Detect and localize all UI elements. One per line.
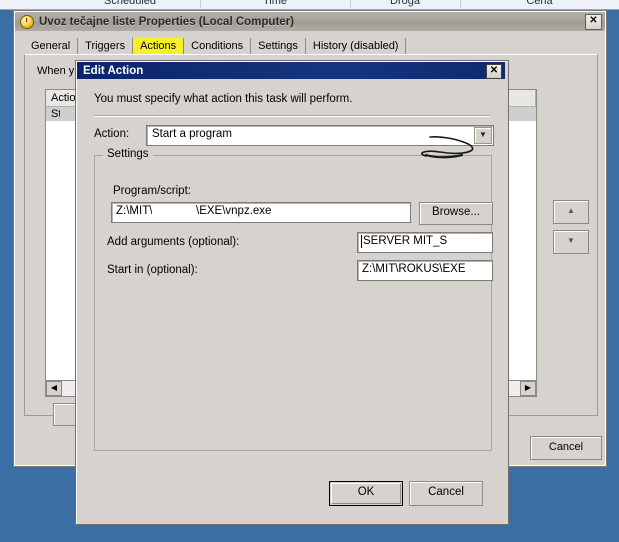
add-arguments-label: Add arguments (optional): (107, 236, 240, 248)
start-in-value: Z:\MIT\ROKUS\EXE (362, 263, 466, 275)
row-cell-action: Start a (51, 108, 60, 120)
chevron-down-icon[interactable]: ▼ (474, 127, 492, 144)
background-column-header: Scheduled (60, 0, 201, 8)
program-script-value-tail: \EXE\vnpz.exe (196, 205, 272, 217)
add-arguments-value: SERVER MIT_S (363, 235, 448, 247)
scroll-right-icon[interactable]: ▶ (520, 381, 536, 396)
settings-groupbox-legend: Settings (103, 148, 153, 160)
close-icon[interactable]: ✕ (585, 14, 602, 30)
background-column-header: Time (200, 0, 351, 8)
divider (94, 115, 490, 117)
focus-border (331, 483, 401, 504)
reorder-buttons: ▲ ▼ (553, 200, 593, 260)
redaction-block (152, 204, 196, 219)
action-label: Action: (94, 128, 130, 140)
ok-button[interactable]: OK (329, 481, 403, 506)
start-in-label: Start in (optional): (107, 264, 198, 276)
tab-conditions[interactable]: Conditions (184, 38, 252, 55)
background-column-header: Cena (460, 0, 619, 8)
background-table-header: Scheduled Time Droga Cena (0, 0, 619, 10)
edit-action-title: Edit Action (83, 64, 144, 77)
action-select-value: Start a program (152, 128, 232, 140)
close-icon[interactable]: ✕ (486, 64, 502, 79)
program-script-value: Z:\MIT\ (116, 205, 153, 217)
start-in-input[interactable]: Z:\MIT\ROKUS\EXE (357, 260, 493, 281)
tabstrip: General Triggers Actions Conditions Settings… (24, 37, 596, 55)
action-select[interactable]: Start a program ▼ (146, 125, 494, 146)
settings-groupbox: Settings Program/script: Z:\MIT\ \EXE\vn… (94, 148, 493, 451)
tab-triggers[interactable]: Triggers (78, 38, 134, 55)
dialog-instruction-text: You must specify what action this task w… (94, 93, 353, 105)
action-row: Action: Start a program ▼ (94, 125, 494, 146)
parent-window-title: Uvoz tečajne liste Properties (Local Com… (39, 15, 294, 28)
tab-settings[interactable]: Settings (251, 38, 306, 55)
when-description-text: When y (37, 65, 75, 77)
background-column-header: Droga (350, 0, 461, 8)
scroll-left-icon[interactable]: ◀ (46, 381, 62, 396)
move-down-icon[interactable]: ▼ (553, 230, 589, 254)
browse-button[interactable]: Browse... (419, 202, 493, 225)
cancel-button[interactable]: Cancel (409, 481, 483, 506)
parent-cancel-button[interactable]: Cancel (530, 436, 602, 460)
add-arguments-input[interactable]: SERVER MIT_S (357, 232, 493, 253)
program-script-input[interactable]: Z:\MIT\ \EXE\vnpz.exe (111, 202, 411, 223)
tab-actions[interactable]: Actions (133, 38, 185, 55)
edit-action-titlebar: Edit Action ✕ (77, 62, 505, 79)
text-caret (361, 235, 362, 248)
tab-history[interactable]: History (disabled) (306, 38, 407, 55)
edit-action-dialog: Edit Action ✕ You must specify what acti… (75, 60, 509, 525)
move-up-icon[interactable]: ▲ (553, 200, 589, 224)
parent-window-titlebar: Uvoz tečajne liste Properties (Local Com… (15, 12, 605, 31)
program-script-label: Program/script: (113, 185, 191, 197)
tab-general[interactable]: General (24, 38, 79, 55)
clock-icon (20, 14, 34, 29)
